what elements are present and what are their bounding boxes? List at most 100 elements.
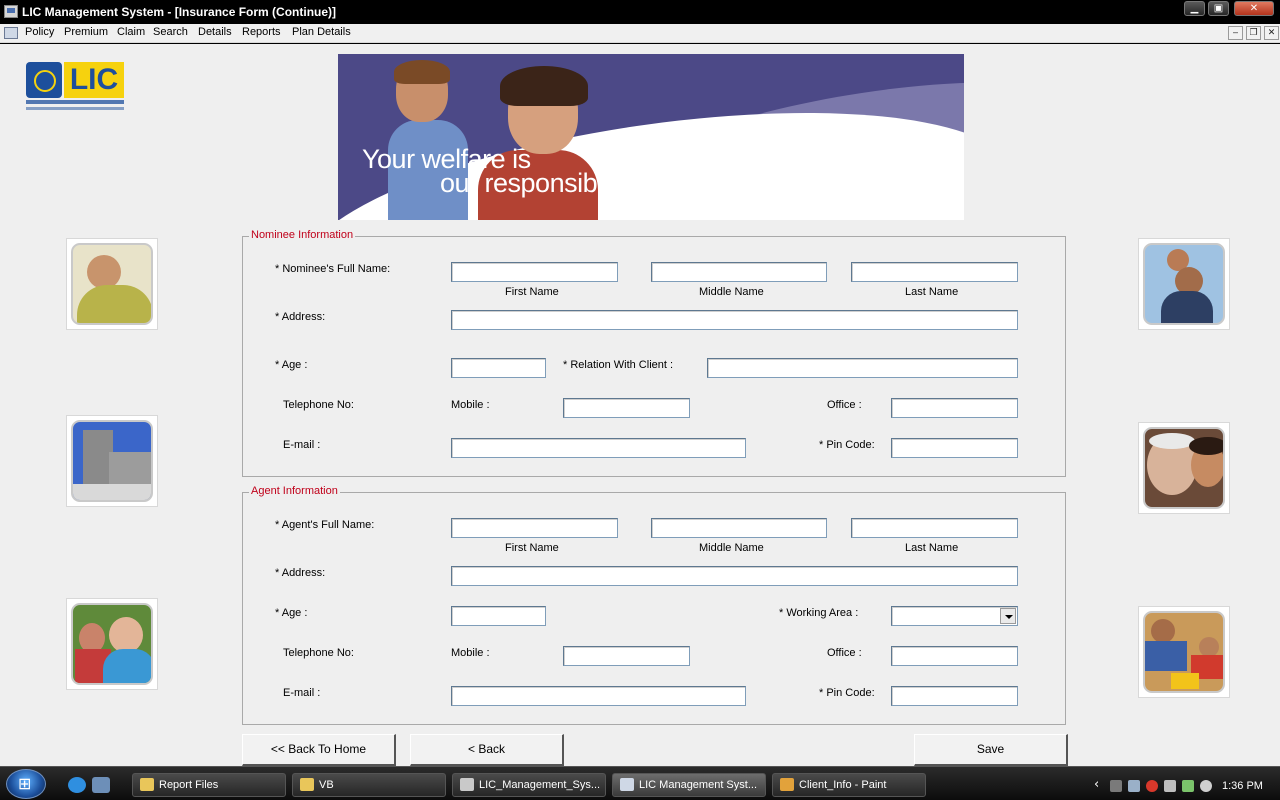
paint-icon — [780, 778, 794, 791]
nominee-age-input[interactable] — [451, 358, 546, 378]
agent-middle-name-input[interactable] — [651, 518, 827, 538]
task-label: VB — [319, 779, 334, 791]
nominee-middle-name-caption: Middle Name — [699, 286, 764, 298]
menu-policy[interactable]: Policy — [25, 26, 54, 38]
agent-middle-name-caption: Middle Name — [699, 542, 764, 554]
show-desktop-icon[interactable] — [92, 777, 110, 793]
menu-search[interactable]: Search — [153, 26, 188, 38]
agent-age-label: * Age : — [275, 607, 308, 619]
title-bar: LIC Management System - [Insurance Form … — [0, 0, 1280, 24]
nominee-pincode-input[interactable] — [891, 438, 1018, 458]
chevron-down-icon[interactable] — [1000, 608, 1016, 624]
agent-address-label: * Address: — [275, 567, 326, 579]
nominee-last-name-caption: Last Name — [905, 286, 959, 298]
battery-icon[interactable] — [1182, 780, 1194, 792]
task-label: LIC Management Syst... — [639, 779, 757, 791]
welfare-banner: Your welfare is our responsibility — [338, 54, 964, 220]
grandparent-family-photo — [1138, 422, 1230, 514]
mdi-restore-button[interactable]: ❐ — [1246, 26, 1261, 40]
back-button[interactable]: < Back — [410, 734, 564, 766]
minimize-button[interactable]: ▁ — [1184, 1, 1205, 16]
agent-mobile-label: Mobile : — [451, 647, 490, 659]
nominee-middle-name-input[interactable] — [651, 262, 827, 282]
agent-email-label: E-mail : — [283, 687, 321, 699]
save-button[interactable]: Save — [914, 734, 1068, 766]
nominee-last-name-input[interactable] — [851, 262, 1018, 282]
folder-icon — [140, 778, 154, 791]
agent-working-area-label: * Working Area : — [779, 607, 859, 619]
nominee-address-label: * Address: — [275, 311, 326, 323]
network-icon[interactable] — [1128, 780, 1140, 792]
taskbar: Report Files VB LIC_Management_Sys... LI… — [0, 766, 1280, 800]
close-button[interactable]: ✕ — [1234, 1, 1274, 16]
mother-hair — [500, 66, 588, 106]
task-vb[interactable]: VB — [292, 773, 446, 797]
agent-working-area-select[interactable] — [891, 606, 1018, 626]
window-title: LIC Management System - [Insurance Form … — [22, 5, 337, 19]
agent-office-input[interactable] — [891, 646, 1018, 666]
mdi-close-button[interactable]: ✕ — [1264, 26, 1279, 40]
agent-full-name-label: * Agent's Full Name: — [275, 519, 375, 531]
banner-slogan-line2: our responsibility — [440, 168, 634, 198]
agent-mobile-input[interactable] — [563, 646, 690, 666]
agent-pincode-input[interactable] — [891, 686, 1018, 706]
task-lic-management-system[interactable]: LIC Management Syst... — [612, 773, 766, 797]
nominee-age-label: * Age : — [275, 359, 308, 371]
signal-icon[interactable] — [1110, 780, 1122, 792]
agent-telephone-label: Telephone No: — [283, 647, 354, 659]
menu-reports[interactable]: Reports — [242, 26, 281, 38]
agent-last-name-input[interactable] — [851, 518, 1018, 538]
nominee-mobile-input[interactable] — [563, 398, 690, 418]
volume-muted-icon[interactable] — [1164, 780, 1176, 792]
agent-age-input[interactable] — [451, 606, 546, 626]
agent-office-label: Office : — [827, 647, 862, 659]
nominee-full-name-label: * Nominee's Full Name: — [275, 263, 391, 275]
lic-logo-text: LIC — [64, 62, 124, 98]
agent-pincode-label: * Pin Code: — [819, 687, 875, 699]
tray-expand-icon[interactable]: ‹ — [1094, 777, 1099, 792]
nominee-email-input[interactable] — [451, 438, 746, 458]
task-report-files[interactable]: Report Files — [132, 773, 286, 797]
vb-project-icon — [460, 778, 474, 791]
back-to-home-button[interactable]: << Back To Home — [242, 734, 396, 766]
nominee-telephone-label: Telephone No: — [283, 399, 354, 411]
father-son-photo — [1138, 238, 1230, 330]
lic-emblem-icon — [26, 62, 62, 98]
nominee-information-legend: Nominee Information — [249, 229, 356, 241]
menu-bar: Policy Premium Claim Search Details Repo… — [0, 24, 1280, 43]
task-client-info-paint[interactable]: Client_Info - Paint — [772, 773, 926, 797]
security-alert-icon[interactable] — [1146, 780, 1158, 792]
nominee-office-input[interactable] — [891, 398, 1018, 418]
nominee-relation-input[interactable] — [707, 358, 1018, 378]
task-lic-management-project[interactable]: LIC_Management_Sys... — [452, 773, 606, 797]
app-window-icon — [620, 778, 634, 791]
lic-logo: LIC — [26, 62, 124, 114]
agent-address-input[interactable] — [451, 566, 1018, 586]
menu-claim[interactable]: Claim — [117, 26, 145, 38]
nominee-relation-label: * Relation With Client : — [563, 359, 674, 371]
mdi-minimize-button[interactable]: – — [1228, 26, 1243, 40]
mdi-child-icon[interactable] — [4, 27, 18, 39]
menu-details[interactable]: Details — [198, 26, 232, 38]
menu-plan-details[interactable]: Plan Details — [292, 26, 351, 38]
wireless-icon[interactable] — [1200, 780, 1212, 792]
menu-premium[interactable]: Premium — [64, 26, 108, 38]
agent-email-input[interactable] — [451, 686, 746, 706]
maximize-button[interactable]: ▣ — [1208, 1, 1229, 16]
task-label: Client_Info - Paint — [799, 779, 887, 791]
system-clock[interactable]: 1:36 PM — [1222, 780, 1263, 792]
internet-explorer-icon[interactable] — [68, 777, 86, 793]
relaxing-man-photo — [66, 238, 158, 330]
agent-information-group: Agent Information * Agent's Full Name: F… — [242, 485, 1066, 725]
nominee-pincode-label: * Pin Code: — [819, 439, 875, 451]
nominee-address-input[interactable] — [451, 310, 1018, 330]
nominee-first-name-input[interactable] — [451, 262, 618, 282]
nominee-mobile-label: Mobile : — [451, 399, 490, 411]
agent-first-name-input[interactable] — [451, 518, 618, 538]
task-label: LIC_Management_Sys... — [479, 779, 601, 791]
agent-last-name-caption: Last Name — [905, 542, 959, 554]
logo-subtext-line-2 — [26, 107, 124, 110]
stock-exchange-building-photo — [66, 415, 158, 507]
folder-icon — [300, 778, 314, 791]
start-button[interactable] — [6, 769, 46, 799]
